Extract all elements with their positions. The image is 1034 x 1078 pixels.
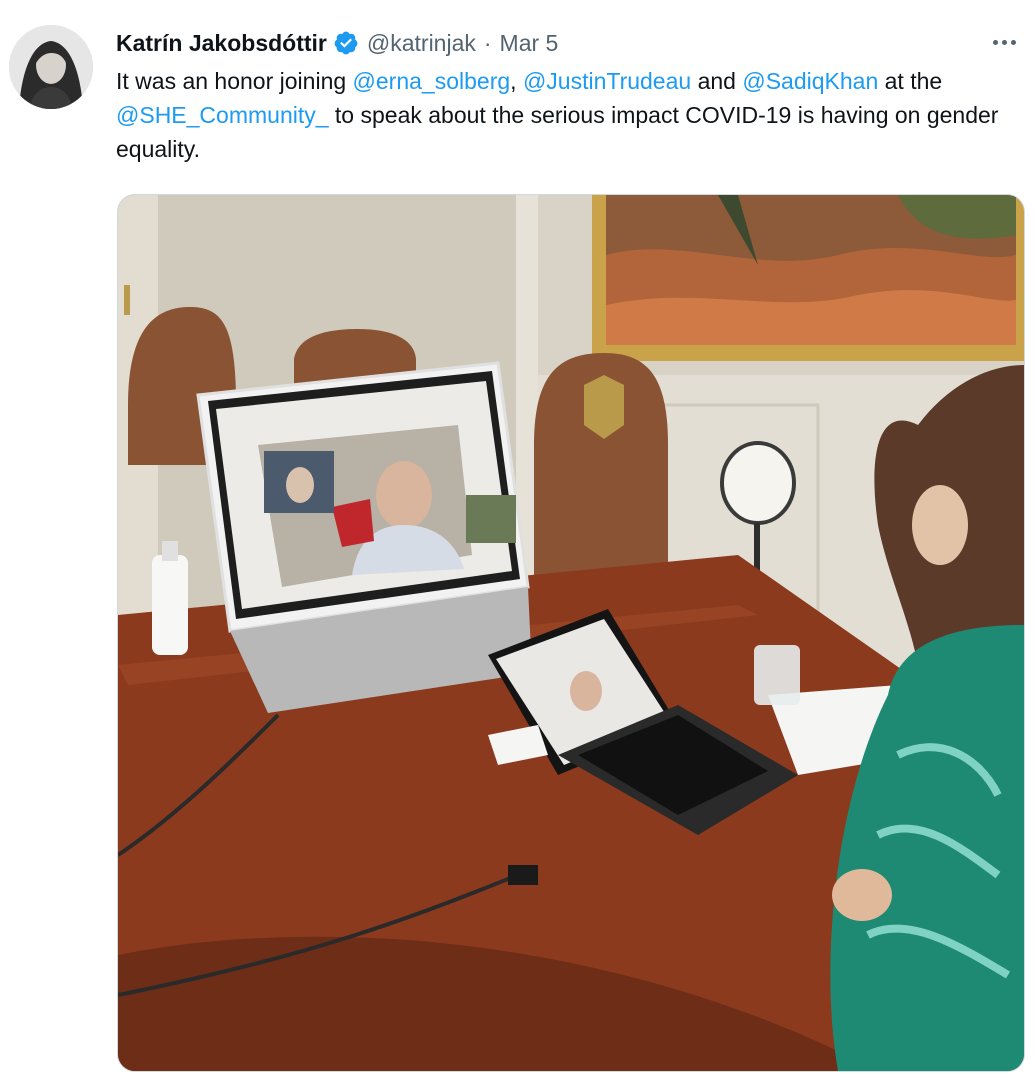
tweet-header: Katrín Jakobsdóttir @katrinjak · Mar 5 <box>116 26 558 60</box>
tweet[interactable]: Katrín Jakobsdóttir @katrinjak · Mar 5 I… <box>0 0 1034 1078</box>
tweet-photo[interactable] <box>117 194 1025 1072</box>
text-segment: and <box>691 68 743 94</box>
avatar[interactable] <box>9 25 93 109</box>
tweet-text: It was an honor joining @erna_solberg, @… <box>116 64 1021 166</box>
text-segment: It was an honor joining <box>116 68 353 94</box>
more-dot <box>1010 39 1016 45</box>
display-name[interactable]: Katrín Jakobsdóttir <box>116 30 327 57</box>
tweet-date[interactable]: Mar 5 <box>500 30 559 57</box>
mention-link[interactable]: @SadiqKhan <box>742 68 878 94</box>
separator-dot: · <box>483 29 492 56</box>
mention-link[interactable]: @erna_solberg <box>353 68 511 94</box>
photo-illustration <box>118 195 1024 1071</box>
mention-link[interactable]: @JustinTrudeau <box>523 68 691 94</box>
text-segment: at the <box>878 68 943 94</box>
more-dot <box>992 39 998 45</box>
user-handle[interactable]: @katrinjak <box>367 30 476 57</box>
mention-link[interactable]: @SHE_Community_ <box>116 102 329 128</box>
verified-badge-icon <box>333 30 359 56</box>
more-dot <box>1001 39 1007 45</box>
more-options-icon[interactable] <box>986 30 1022 54</box>
avatar-photo <box>9 25 93 109</box>
text-segment: , <box>510 68 523 94</box>
